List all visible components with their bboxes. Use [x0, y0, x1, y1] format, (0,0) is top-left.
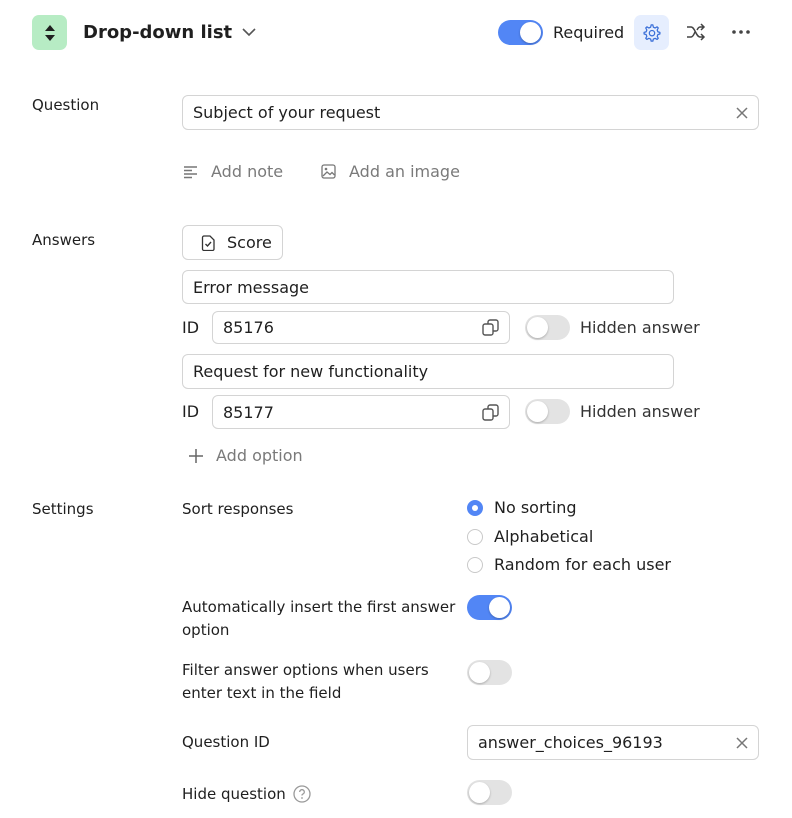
- answer-id-label: ID: [182, 318, 200, 337]
- add-note-label: Add note: [211, 162, 284, 181]
- image-icon: [321, 164, 336, 179]
- required-label: Required: [553, 23, 625, 42]
- checklist-icon: [201, 234, 215, 251]
- shuffle-icon: [686, 23, 706, 41]
- dropdown-type-icon: [32, 15, 67, 50]
- add-image-button[interactable]: Add an image: [321, 162, 460, 181]
- question-id-input[interactable]: answer_choices_96193: [467, 725, 759, 760]
- settings-section-label: Settings: [32, 500, 94, 518]
- hidden-answer-label: Hidden answer: [580, 402, 700, 421]
- hide-question-toggle[interactable]: [467, 780, 512, 805]
- radio-button: [467, 529, 483, 545]
- chevron-down-icon: [242, 27, 256, 37]
- question-id-label: Question ID: [182, 733, 270, 751]
- add-note-button[interactable]: Add note: [183, 162, 283, 181]
- question-type-selector[interactable]: Drop-down list: [83, 19, 256, 45]
- filter-options-toggle[interactable]: [467, 660, 512, 685]
- copy-icon[interactable]: [482, 403, 499, 421]
- answer-text: Error message: [193, 277, 309, 297]
- required-toggle[interactable]: [498, 20, 543, 45]
- sort-option-alphabetical[interactable]: Alphabetical: [467, 527, 687, 549]
- gear-icon: [642, 23, 662, 43]
- more-button[interactable]: [729, 20, 753, 44]
- radio-button: [467, 557, 483, 573]
- auto-insert-label: Automatically insert the first answer op…: [182, 598, 456, 639]
- score-button[interactable]: Score: [182, 225, 283, 260]
- sort-responses-label: Sort responses: [182, 500, 294, 518]
- shuffle-button[interactable]: [684, 20, 708, 44]
- settings-button[interactable]: [634, 15, 669, 50]
- hidden-answer-toggle[interactable]: [525, 315, 570, 340]
- answers-section-label: Answers: [32, 231, 96, 249]
- add-image-label: Add an image: [349, 162, 460, 181]
- filter-options-label: Filter answer options when users enter t…: [182, 661, 429, 702]
- answer-id-field[interactable]: 85177: [212, 395, 510, 429]
- question-input-value: Subject of your request: [193, 103, 381, 122]
- sort-option-label: No sorting: [494, 498, 577, 517]
- answer-id-field[interactable]: 85176: [212, 311, 510, 344]
- more-dots-icon: [732, 30, 750, 34]
- hide-question-label: Hide question: [182, 785, 286, 803]
- plus-icon: [188, 448, 204, 464]
- question-id-value: answer_choices_96193: [478, 733, 663, 752]
- answer-id-label: ID: [182, 402, 200, 421]
- help-icon[interactable]: [293, 785, 311, 803]
- radio-button: [467, 500, 483, 516]
- hide-question-row: Hide question: [182, 785, 311, 803]
- hidden-answer-toggle[interactable]: [525, 399, 570, 424]
- answer-id-value: 85177: [223, 402, 274, 422]
- add-option-label: Add option: [216, 446, 303, 465]
- clear-icon[interactable]: [736, 736, 748, 749]
- question-input[interactable]: Subject of your request: [182, 95, 759, 130]
- answer-input[interactable]: Request for new functionality: [182, 354, 674, 389]
- sort-option-random[interactable]: Random for each user: [467, 555, 687, 577]
- answer-text: Request for new functionality: [193, 362, 429, 381]
- copy-icon[interactable]: [482, 319, 499, 336]
- add-option-button[interactable]: Add option: [188, 446, 303, 465]
- auto-insert-toggle[interactable]: [467, 595, 512, 620]
- hidden-answer-label: Hidden answer: [580, 318, 700, 337]
- sort-option-no-sorting[interactable]: No sorting: [467, 498, 687, 520]
- sort-option-label: Alphabetical: [494, 527, 594, 546]
- answer-input[interactable]: Error message: [182, 270, 674, 304]
- text-lines-icon: [183, 165, 198, 179]
- clear-icon[interactable]: [736, 106, 748, 119]
- sort-option-label: Random for each user: [494, 555, 671, 574]
- answer-id-value: 85176: [223, 318, 274, 337]
- question-type-label: Drop-down list: [83, 21, 233, 43]
- score-label: Score: [227, 233, 272, 252]
- question-section-label: Question: [32, 96, 100, 114]
